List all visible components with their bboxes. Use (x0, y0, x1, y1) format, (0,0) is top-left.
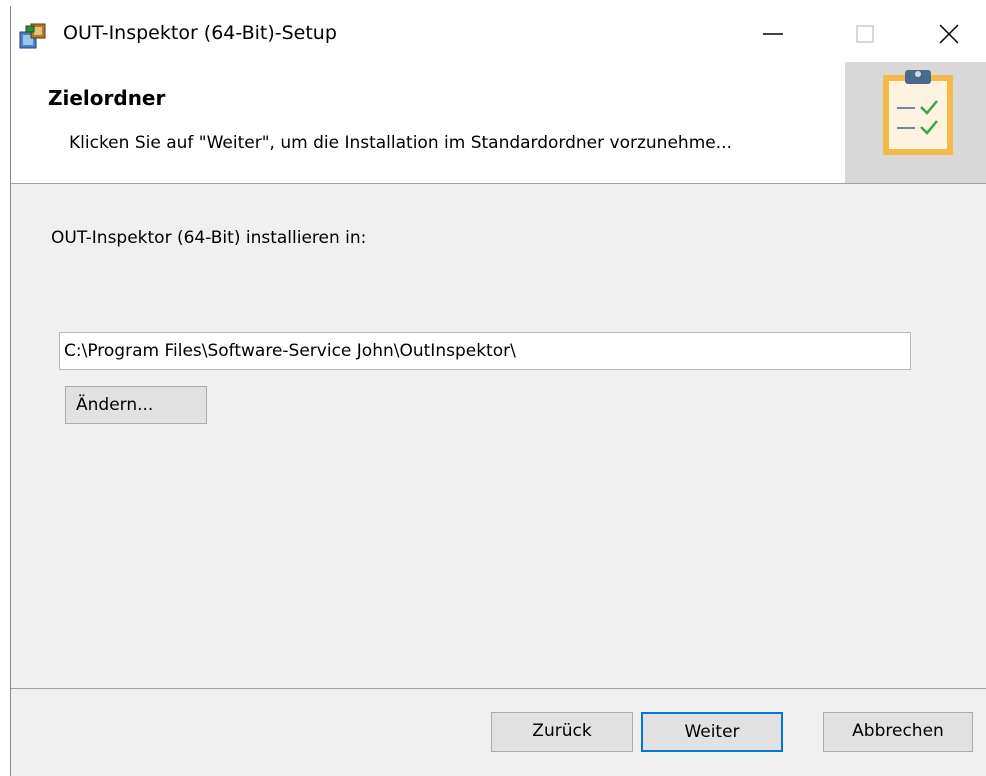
maximize-icon (856, 25, 874, 43)
window-title: OUT-Inspektor (64-Bit)-Setup (63, 22, 337, 44)
close-icon (939, 24, 959, 44)
cancel-button[interactable]: Abbrechen (823, 712, 973, 752)
page-title: Zielordner (48, 86, 166, 110)
change-folder-button[interactable]: Ändern... (65, 386, 207, 424)
installer-package-icon (17, 20, 49, 52)
header-banner (845, 62, 986, 183)
minimize-button[interactable] (735, 6, 811, 62)
install-path-input[interactable] (59, 332, 911, 370)
minimize-icon (763, 33, 783, 35)
setup-window: OUT-Inspektor (64-Bit)-Setup Zielordner … (10, 6, 986, 776)
wizard-header: Zielordner Klicken Sie auf "Weiter", um … (11, 62, 986, 184)
back-button[interactable]: Zurück (491, 712, 633, 752)
footer-divider (11, 688, 986, 689)
next-button[interactable]: Weiter (641, 712, 783, 752)
title-bar[interactable]: OUT-Inspektor (64-Bit)-Setup (11, 6, 986, 62)
page-description: Klicken Sie auf "Weiter", um die Install… (69, 133, 732, 153)
install-location-label: OUT-Inspektor (64-Bit) installieren in: (51, 228, 367, 248)
clipboard-checklist-icon (883, 68, 953, 160)
maximize-button[interactable] (827, 6, 903, 62)
close-button[interactable] (911, 6, 986, 62)
